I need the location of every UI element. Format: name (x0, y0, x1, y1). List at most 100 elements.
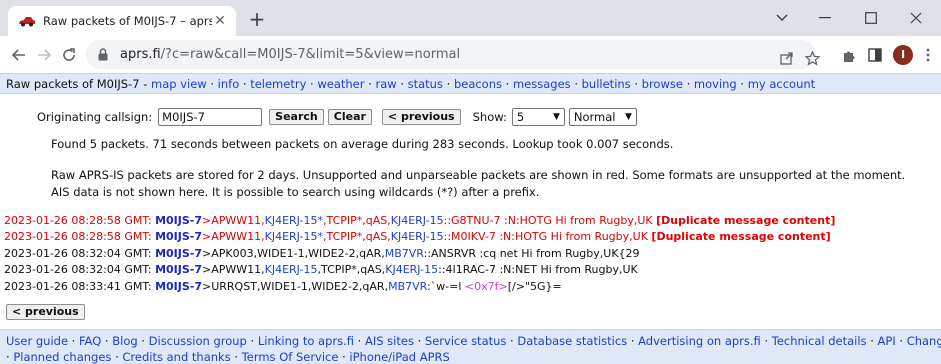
nav-link-telemetry[interactable]: telemetry (250, 77, 306, 91)
packet-payload: ::M0IKV-7 :N:HOTG Hi from Rugby,UK (443, 230, 652, 244)
packet-payload: ::G8TNU-7 :N:HOTG Hi from Rugby,UK (443, 214, 657, 227)
footer-link-planned-changes[interactable]: Planned changes (13, 350, 111, 364)
close-window-icon[interactable] (893, 6, 939, 30)
nav-link-my-account[interactable]: my account (748, 77, 815, 91)
browser-tabstrip: Raw packets of M0IJS-7 – aprs.fi ✕ + (0, 0, 941, 36)
reload-icon[interactable] (58, 44, 80, 66)
bookmark-star-icon[interactable] (801, 47, 823, 69)
close-tab-icon[interactable]: ✕ (212, 13, 228, 29)
packet-igate-link[interactable]: KJ4ERJ-15 (391, 214, 444, 227)
packet-path: >APWW11, (202, 263, 265, 277)
nav-link-bulletins[interactable]: bulletins (582, 77, 631, 91)
nav-link-status[interactable]: status (408, 77, 443, 91)
nav-link-browse[interactable]: browse (642, 77, 683, 91)
show-label: Show: (472, 110, 507, 124)
footer-link-blog[interactable]: Blog (112, 334, 137, 348)
more-menu-icon[interactable] (917, 44, 939, 66)
footer-link-discussion-group[interactable]: Discussion group (149, 334, 247, 348)
forward-arrow-icon[interactable] (33, 44, 55, 66)
nav-link-messages[interactable]: messages (513, 77, 571, 91)
url-path: /?c=raw&call=M0IJS-7&limit=5&view=normal (160, 47, 461, 62)
packet-igate-link[interactable]: MB7VR (388, 280, 427, 293)
packet-hex-byte: <0x7f> (464, 279, 508, 293)
packet-path: >APWW11, (202, 214, 265, 227)
packet-igate-link[interactable]: KJ4ERJ-15 (385, 263, 438, 276)
car-favicon-icon (18, 15, 36, 27)
browser-tab[interactable]: Raw packets of M0IJS-7 – aprs.fi ✕ (8, 6, 236, 36)
nav-link-info[interactable]: info (218, 77, 240, 91)
footer-link-terms[interactable]: Terms Of Service (242, 350, 339, 364)
footer-link-service-status[interactable]: Service status (425, 334, 507, 348)
packet-row: 2023-01-26 08:32:04 GMT: M0IJS-7>APWW11,… (4, 262, 835, 278)
footer-link-iphone-app[interactable]: iPhone/iPad APRS (349, 350, 449, 364)
packet-callsign-link[interactable]: M0IJS-7 (155, 280, 202, 293)
packet-callsign-link[interactable]: M0IJS-7 (155, 230, 202, 243)
footer-link-faq[interactable]: FAQ (79, 334, 101, 348)
share-icon[interactable] (776, 47, 798, 69)
footer-link-linking[interactable]: Linking to aprs.fi (258, 334, 354, 348)
footer-link-user-guide[interactable]: User guide (6, 334, 68, 348)
chevron-down-icon: ▼ (552, 112, 560, 122)
footer-link-change-log[interactable]: Change log (907, 334, 941, 348)
page-title: Raw packets of M0IJS-7 (6, 77, 140, 91)
search-button[interactable]: Search (269, 109, 324, 125)
nav-link-weather[interactable]: weather (317, 77, 364, 91)
packet-path: >URRQST,WIDE1-1,WIDE2-2,qAR, (202, 279, 389, 293)
lock-icon[interactable] (98, 48, 110, 62)
packet-path: >APWW11, (202, 230, 265, 244)
packet-payload: ::4I1RAC-7 :N:NET Hi from Rugby,UK (438, 263, 638, 277)
results-summary: Found 5 packets. 71 seconds between pack… (51, 137, 674, 151)
site-footer: User guide · FAQ · Blog · Discussion gro… (0, 329, 941, 364)
new-tab-icon[interactable]: + (246, 9, 268, 31)
browser-toolbar: aprs.fi/?c=raw&call=M0IJS-7&limit=5&view… (0, 36, 941, 73)
footer-link-technical-details[interactable]: Technical details (772, 334, 867, 348)
maximize-icon[interactable] (848, 6, 894, 30)
footer-link-credits[interactable]: Credits and thanks (122, 350, 230, 364)
packet-timestamp: 2023-01-26 08:33:41 GMT: (4, 279, 152, 293)
footer-link-database-statistics[interactable]: Database statistics (517, 334, 627, 348)
packet-digi-link[interactable]: KJ4ERJ-15 (265, 263, 318, 276)
tab-search-chevron-icon[interactable] (759, 6, 805, 30)
packet-timestamp: 2023-01-26 08:28:58 GMT: (4, 230, 152, 244)
packet-digi-link[interactable]: KJ4ERJ-15* (265, 214, 323, 227)
footer-link-ais-sites[interactable]: AIS sites (365, 334, 414, 348)
packet-path: ,TCPIP*,qAS, (317, 263, 386, 277)
packet-callsign-link[interactable]: M0IJS-7 (155, 247, 202, 260)
nav-link-beacons[interactable]: beacons (454, 77, 502, 91)
packet-igate-link[interactable]: KJ4ERJ-15 (391, 230, 444, 243)
limit-value: 5 (516, 110, 525, 124)
footer-line-2: · Planned changes · Credits and thanks ·… (6, 350, 450, 364)
footer-link-api[interactable]: API (878, 334, 896, 348)
view-select[interactable]: Normal ▼ (568, 108, 637, 126)
footer-link-advertising[interactable]: Advertising on aprs.fi (638, 334, 761, 348)
minimize-icon[interactable] (802, 6, 848, 30)
nav-link-map-view[interactable]: map view (151, 77, 207, 91)
nav-link-moving[interactable]: moving (694, 77, 737, 91)
site-top-nav: Raw packets of M0IJS-7 - map view · info… (0, 74, 941, 94)
tab-title: Raw packets of M0IJS-7 – aprs.fi (43, 14, 212, 28)
nav-link-raw[interactable]: raw (375, 77, 396, 91)
storage-note: Raw APRS-IS packets are stored for 2 day… (51, 168, 906, 199)
packet-digi-link[interactable]: KJ4ERJ-15* (265, 230, 323, 243)
url-host: aprs.fi (120, 47, 161, 62)
duplicate-warning: [Duplicate message content] (651, 230, 831, 244)
packet-row: 2023-01-26 08:28:58 GMT: M0IJS-7>APWW11,… (4, 213, 835, 229)
packet-callsign-link[interactable]: M0IJS-7 (155, 263, 202, 276)
packet-timestamp: 2023-01-26 08:32:04 GMT: (4, 263, 152, 277)
callsign-label: Originating callsign: (37, 110, 153, 124)
extensions-puzzle-icon[interactable] (838, 44, 860, 66)
callsign-input[interactable] (158, 108, 263, 126)
limit-select[interactable]: 5 ▼ (511, 108, 565, 126)
packet-list: 2023-01-26 08:28:58 GMT: M0IJS-7>APWW11,… (4, 213, 835, 295)
clear-button[interactable]: Clear (327, 109, 372, 125)
profile-avatar[interactable]: I (893, 45, 913, 65)
search-form: Originating callsign: Search Clear < pre… (37, 107, 637, 127)
previous-button-bottom[interactable]: < previous (6, 304, 85, 320)
packet-payload: ::ANSRVR :cq net Hi from Rugby,UK{29 (423, 246, 640, 260)
packet-igate-link[interactable]: MB7VR (385, 247, 424, 260)
previous-button[interactable]: < previous (381, 109, 461, 125)
side-panel-icon[interactable] (864, 44, 886, 66)
packet-callsign-link[interactable]: M0IJS-7 (155, 214, 202, 227)
address-bar[interactable]: aprs.fi/?c=raw&call=M0IJS-7&limit=5&view… (86, 40, 816, 69)
back-arrow-icon[interactable] (8, 44, 30, 66)
